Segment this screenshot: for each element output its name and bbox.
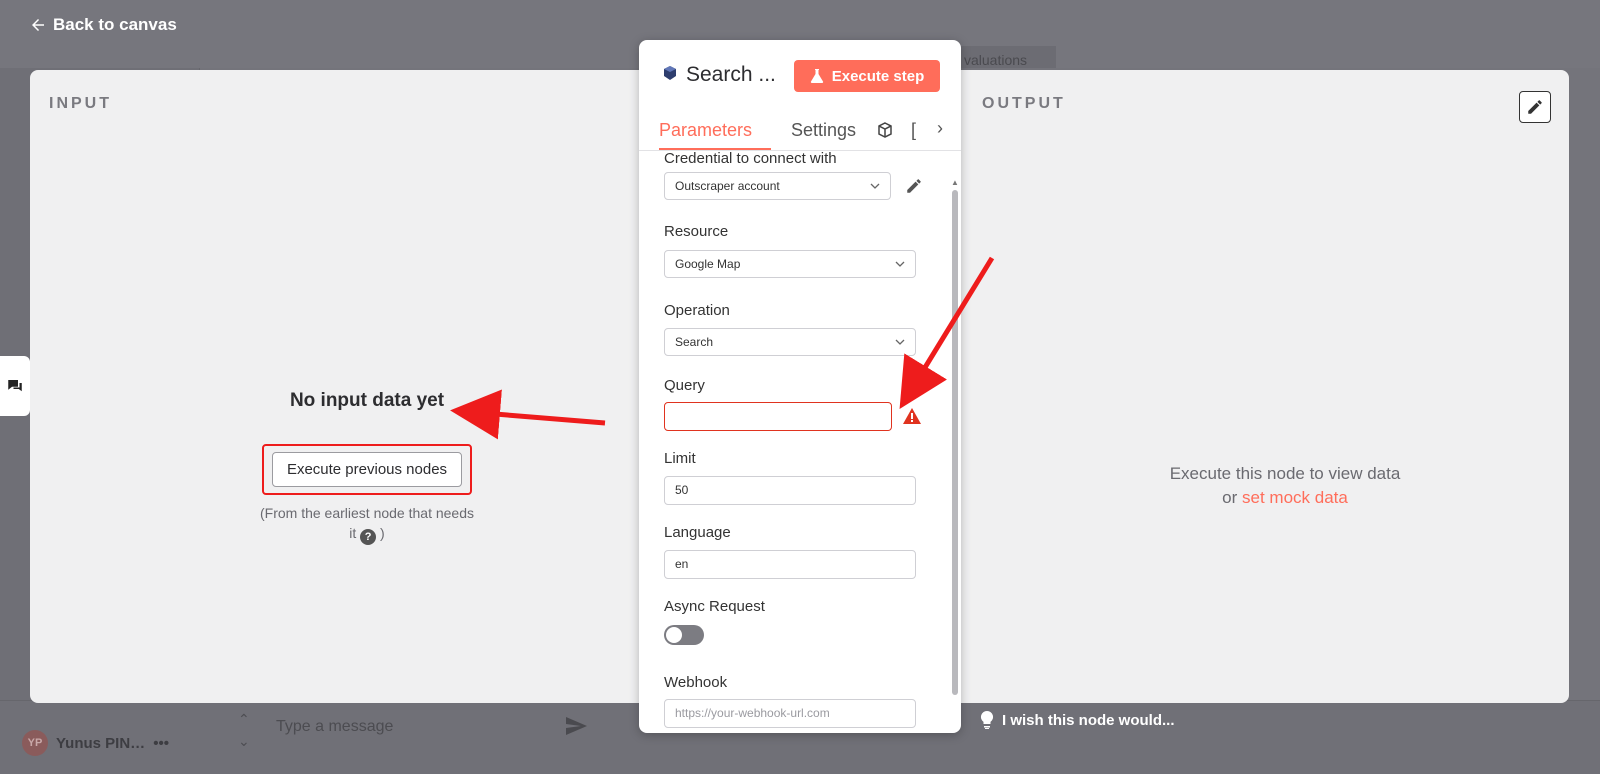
- tab-settings[interactable]: Settings: [791, 110, 856, 148]
- chat-input-bar: ⌃ ⌄ Type a message: [214, 700, 604, 756]
- annotation-highlight-box: Execute previous nodes: [261, 444, 473, 495]
- edit-output-button[interactable]: [1519, 91, 1551, 123]
- execute-previous-nodes-button[interactable]: Execute previous nodes: [271, 452, 463, 487]
- message-input[interactable]: Type a message: [276, 718, 393, 736]
- limit-label: Limit: [664, 450, 696, 467]
- warning-icon: [903, 408, 921, 424]
- back-to-canvas-label: Back to canvas: [53, 15, 177, 34]
- input-empty-state: No input data yet Execute previous nodes…: [244, 390, 490, 545]
- avatar: YP: [22, 730, 48, 756]
- outscraper-logo-icon: [664, 66, 676, 80]
- edit-credential-pencil-icon[interactable]: [905, 177, 923, 195]
- evaluations-tab-behind: valuations: [958, 46, 1056, 68]
- send-icon[interactable]: [564, 714, 588, 738]
- credential-value: Outscraper account: [675, 179, 780, 193]
- node-header: Search ... Execute step: [639, 40, 961, 110]
- language-input[interactable]: en: [664, 550, 916, 579]
- credential-select[interactable]: Outscraper account: [664, 172, 891, 200]
- operation-select[interactable]: Search: [664, 328, 916, 356]
- query-input[interactable]: [664, 402, 892, 431]
- feedback-label: I wish this node would...: [1002, 711, 1175, 729]
- execute-step-label: Execute step: [831, 67, 925, 85]
- hint-it: it: [349, 525, 357, 541]
- tab-docs-truncated[interactable]: [: [911, 110, 916, 148]
- hint-close: ): [380, 525, 385, 541]
- operation-label: Operation: [664, 302, 730, 319]
- lightbulb-icon: [980, 711, 994, 729]
- chat-toggle-tab[interactable]: [0, 356, 30, 416]
- output-pane-label: OUTPUT: [982, 95, 1066, 112]
- input-pane-label: INPUT: [49, 95, 112, 112]
- output-empty-state: Execute this node to view data or set mo…: [1135, 462, 1435, 510]
- node-tabs: Parameters Settings [ ›: [639, 110, 961, 151]
- pencil-icon: [1528, 100, 1542, 114]
- execute-step-button[interactable]: Execute step: [794, 60, 940, 92]
- feedback-link[interactable]: I wish this node would...: [980, 711, 1175, 729]
- credential-label: Credential to connect with: [664, 150, 837, 167]
- user-menu[interactable]: YP Yunus PIN… •••: [22, 730, 169, 756]
- more-icon[interactable]: •••: [153, 735, 169, 752]
- history-arrows-icon[interactable]: ⌃ ⌄: [238, 708, 250, 752]
- output-or: or: [1222, 488, 1238, 507]
- query-label: Query: [664, 377, 705, 394]
- cube-icon[interactable]: [877, 122, 893, 138]
- async-request-toggle[interactable]: [664, 625, 704, 645]
- scroll-up-icon[interactable]: ▲: [951, 178, 959, 187]
- input-empty-title: No input data yet: [289, 390, 445, 411]
- arrow-left-icon: [32, 19, 44, 31]
- chat-bubbles-icon: [8, 380, 22, 392]
- back-to-canvas-button[interactable]: Back to canvas: [29, 15, 177, 35]
- flask-icon: [810, 69, 823, 83]
- toggle-knob: [666, 627, 682, 643]
- scrollbar-thumb[interactable]: [952, 190, 958, 695]
- node-title[interactable]: Search ...: [686, 63, 776, 87]
- tab-parameters[interactable]: Parameters: [659, 110, 771, 150]
- node-parameters-panel: Search ... Execute step Parameters Setti…: [639, 40, 961, 733]
- chevron-down-icon: [895, 261, 905, 267]
- resource-label: Resource: [664, 223, 729, 240]
- operation-value: Search: [675, 335, 714, 349]
- async-request-label: Async Request: [664, 598, 765, 615]
- chevron-down-icon: [870, 183, 880, 189]
- params-scrollbar[interactable]: ▲ ▼: [951, 178, 959, 706]
- output-empty-line: Execute this node to view data: [1169, 464, 1401, 483]
- set-mock-data-link[interactable]: set mock data: [1242, 488, 1348, 507]
- webhook-label: Webhook: [664, 674, 728, 691]
- input-hint: (From the earliest node that needs it ? …: [244, 503, 490, 545]
- language-label: Language: [664, 524, 731, 541]
- resource-value: Google Map: [675, 257, 741, 271]
- resource-select[interactable]: Google Map: [664, 250, 916, 278]
- help-icon[interactable]: ?: [360, 529, 377, 545]
- limit-input[interactable]: 50: [664, 476, 916, 505]
- tabs-next-chevron-icon[interactable]: ›: [937, 118, 943, 139]
- hint-line-2: it ? ): [244, 523, 490, 545]
- user-name: Yunus PIN…: [56, 734, 146, 752]
- chevron-down-icon: [895, 339, 905, 345]
- hint-line-1: (From the earliest node that needs: [259, 505, 474, 521]
- webhook-input[interactable]: https://your-webhook-url.com: [664, 699, 916, 728]
